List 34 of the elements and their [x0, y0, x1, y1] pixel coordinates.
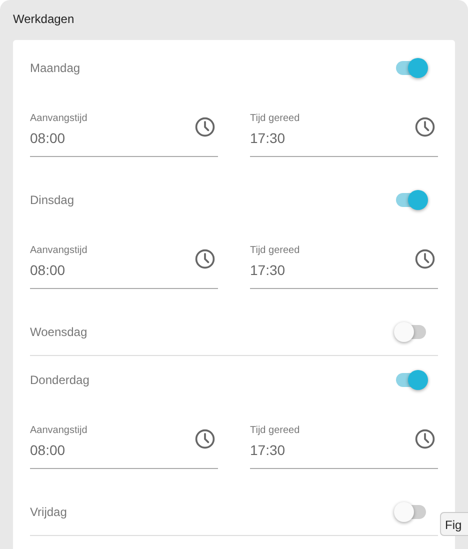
time-field[interactable]: Tijd gereed 17:30	[250, 112, 438, 157]
time-field[interactable]: Aanvangstijd 08:00	[30, 424, 218, 469]
time-field[interactable]: Aanvangstijd 08:00	[30, 244, 218, 289]
clock-icon[interactable]	[194, 116, 216, 138]
field-value: 08:00	[30, 261, 66, 279]
clock-icon[interactable]	[194, 428, 216, 450]
day-label: Vrijdag	[30, 504, 67, 518]
toggle-switch[interactable]	[394, 188, 430, 212]
time-field[interactable]: Tijd gereed 17:30	[250, 424, 438, 469]
day-label: Woensdag	[30, 324, 88, 338]
day-label: Maandag	[30, 61, 80, 75]
field-label: Aanvangstijd	[30, 244, 88, 258]
field-label: Tijd gereed	[250, 244, 300, 258]
field-value: 17:30	[250, 441, 286, 459]
toggle-switch[interactable]	[394, 56, 430, 80]
field-label: Tijd gereed	[250, 112, 300, 126]
day-label: Dinsdag	[30, 193, 74, 207]
clock-icon[interactable]	[414, 248, 436, 270]
field-label: Aanvangstijd	[30, 112, 88, 126]
tooltip: Fig	[440, 512, 468, 536]
clock-icon[interactable]	[194, 248, 216, 270]
field-value: 08:00	[30, 129, 66, 147]
clock-icon[interactable]	[414, 428, 436, 450]
clock-icon[interactable]	[414, 116, 436, 138]
section-title: Werkdagen	[13, 11, 76, 28]
field-label: Aanvangstijd	[30, 424, 88, 438]
field-value: 17:30	[250, 261, 286, 279]
field-label: Tijd gereed	[250, 424, 300, 438]
field-value: 17:30	[250, 129, 286, 147]
day-label: Donderdag	[30, 373, 90, 387]
time-field[interactable]: Aanvangstijd 08:00	[30, 112, 218, 157]
toggle-switch[interactable]	[394, 368, 430, 392]
field-value: 08:00	[30, 441, 66, 459]
time-field[interactable]: Tijd gereed 17:30	[250, 244, 438, 289]
